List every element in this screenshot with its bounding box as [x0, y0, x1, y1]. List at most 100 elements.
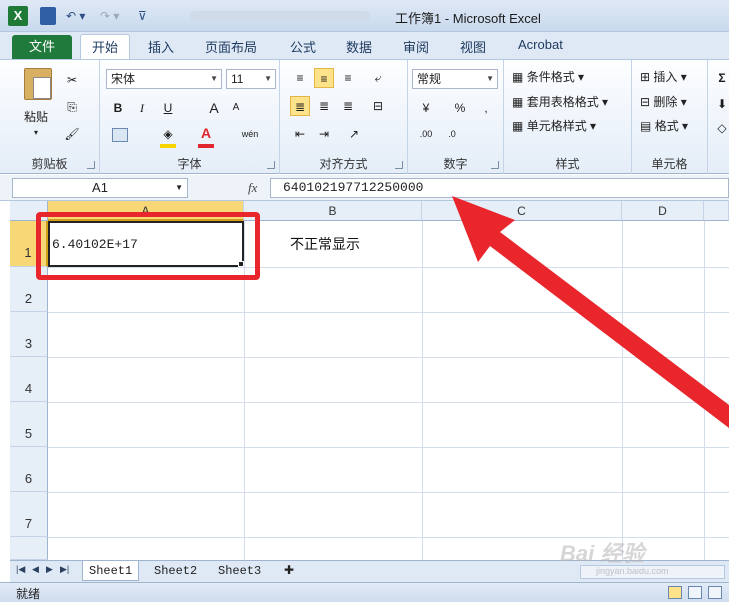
paste-dropdown-icon[interactable]: ▾ [34, 128, 38, 137]
grow-font-button[interactable]: A [204, 98, 224, 118]
font-launcher-icon[interactable] [267, 161, 275, 169]
page-break-view-icon[interactable] [708, 586, 722, 599]
column-header-d[interactable]: D [622, 201, 704, 221]
sheet-tab-sheet2[interactable]: Sheet2 [148, 561, 203, 581]
status-text: 就绪 [16, 587, 41, 601]
align-left-icon[interactable]: ≣ [290, 96, 310, 116]
chevron-down-icon: ▼ [486, 74, 494, 83]
increase-indent-icon[interactable]: ⇥ [314, 124, 334, 144]
insert-sheet-icon[interactable]: ✚ [278, 561, 300, 581]
insert-cells-button[interactable]: ⊞ 插入 ▾ [640, 68, 687, 85]
row-header-5[interactable]: 5 [10, 402, 48, 447]
customize-quick-access-icon[interactable]: ⊽ [138, 7, 147, 25]
clipboard-launcher-icon[interactable] [87, 161, 95, 169]
insert-function-button[interactable]: fx [248, 180, 257, 196]
percent-button[interactable]: % [450, 98, 470, 118]
column-header-b[interactable]: B [244, 201, 422, 221]
sheet-tab-sheet3[interactable]: Sheet3 [212, 561, 267, 581]
tab-review[interactable]: 审阅 [403, 37, 429, 56]
clipboard-group-label: 剪贴板 [31, 157, 68, 171]
autosum-button[interactable]: Σ [712, 68, 729, 88]
tab-insert[interactable]: 插入 [148, 37, 174, 56]
formula-input[interactable]: 640102197712250000 [270, 178, 729, 198]
cut-icon[interactable]: ✂ [62, 70, 82, 90]
align-top-icon[interactable]: ≡ [290, 68, 310, 88]
conditional-formatting-button[interactable]: ▦ 条件格式 ▾ [512, 68, 584, 85]
phonetic-guide-button[interactable]: wén [236, 124, 264, 144]
orientation-icon[interactable]: ↗ [344, 124, 364, 144]
shrink-font-button[interactable]: A [226, 98, 246, 118]
name-box[interactable]: A1 ▼ [12, 178, 188, 198]
align-center-icon[interactable]: ≣ [314, 96, 334, 116]
increase-decimal-icon[interactable]: .00 [416, 124, 436, 144]
gridline [704, 221, 705, 560]
row-header-8[interactable] [10, 537, 48, 560]
undo-icon[interactable]: ↶ ▾ [66, 7, 85, 25]
save-icon[interactable] [40, 7, 56, 25]
chevron-down-icon: ▼ [175, 183, 183, 192]
wrap-text-icon[interactable]: ⤶ [368, 68, 388, 88]
decrease-indent-icon[interactable]: ⇤ [290, 124, 310, 144]
number-group-label: 数字 [443, 157, 468, 171]
clear-icon[interactable]: ◇ [712, 118, 729, 138]
font-group: 宋体 ▼ 11 ▼ B I U A A ◈ A wén 字体 [100, 60, 280, 174]
align-right-icon[interactable]: ≣ [338, 96, 358, 116]
tab-data[interactable]: 数据 [346, 37, 372, 56]
paste-icon[interactable] [24, 68, 52, 100]
font-name-value: 宋体 [111, 72, 136, 86]
font-size-value: 11 [231, 72, 244, 86]
first-sheet-icon[interactable]: |◀ [16, 564, 25, 575]
underline-button[interactable]: U [158, 98, 178, 118]
format-cells-button[interactable]: ▤ 格式 ▾ [640, 117, 688, 134]
next-sheet-icon[interactable]: ▶ [46, 564, 53, 575]
column-header-e[interactable] [704, 201, 729, 221]
row-header-4[interactable]: 4 [10, 357, 48, 402]
font-name-select[interactable]: 宋体 ▼ [106, 69, 222, 89]
align-middle-icon[interactable]: ≡ [314, 68, 334, 88]
currency-icon[interactable]: ¥ [416, 98, 436, 118]
format-as-table-button[interactable]: ▦ 套用表格格式 ▾ [512, 93, 608, 110]
tab-home[interactable]: 开始 [80, 34, 130, 61]
number-format-select[interactable]: 常规 ▼ [412, 69, 498, 89]
delete-cells-button[interactable]: ⊟ 删除 ▾ [640, 93, 687, 110]
cell-styles-icon: ▦ [512, 119, 524, 133]
decrease-decimal-icon[interactable]: .0 [442, 124, 462, 144]
merge-center-icon[interactable]: ⊟ [368, 96, 388, 116]
row-header-6[interactable]: 6 [10, 447, 48, 492]
row-header-3[interactable]: 3 [10, 312, 48, 357]
paste-button-label[interactable]: 粘贴 [24, 108, 48, 125]
copy-icon[interactable]: ⎘ [62, 97, 82, 117]
bold-button[interactable]: B [108, 98, 128, 118]
format-cells-icon: ▤ [640, 119, 652, 133]
tab-formulas[interactable]: 公式 [290, 37, 316, 56]
comma-button[interactable]: , [476, 98, 496, 118]
italic-button[interactable]: I [132, 98, 152, 118]
cell-b1[interactable]: 不正常显示 [290, 234, 360, 254]
tab-page-layout[interactable]: 页面布局 [205, 37, 257, 56]
name-box-value: A1 [92, 180, 108, 195]
alignment-launcher-icon[interactable] [395, 161, 403, 169]
page-layout-view-icon[interactable] [688, 586, 702, 599]
last-sheet-icon[interactable]: ▶| [60, 564, 69, 575]
font-color-button[interactable]: A [196, 123, 216, 143]
borders-icon[interactable] [112, 128, 128, 142]
alignment-group-label: 对齐方式 [319, 157, 368, 171]
number-launcher-icon[interactable] [491, 161, 499, 169]
normal-view-icon[interactable] [668, 586, 682, 599]
fill-icon[interactable]: ⬇ [712, 94, 729, 114]
fill-color-icon[interactable]: ◈ [158, 124, 178, 144]
sheet-tab-sheet1[interactable]: Sheet1 [82, 561, 140, 581]
redo-icon[interactable]: ↷ ▾ [100, 7, 119, 25]
column-header-c[interactable]: C [422, 201, 622, 221]
cell-styles-button[interactable]: ▦ 单元格样式 ▾ [512, 117, 596, 134]
prev-sheet-icon[interactable]: ◀ [32, 564, 39, 575]
tab-file[interactable]: 文件 [12, 35, 72, 59]
align-bottom-icon[interactable]: ≡ [338, 68, 358, 88]
row-header-7[interactable]: 7 [10, 492, 48, 537]
tab-acrobat[interactable]: Acrobat [518, 37, 563, 52]
tab-view[interactable]: 视图 [460, 37, 486, 56]
format-painter-icon[interactable]: 🖌 [62, 124, 82, 144]
chevron-down-icon: ▼ [264, 74, 272, 83]
font-size-select[interactable]: 11 ▼ [226, 69, 276, 89]
number-group: 常规 ▼ ¥ % , .00 .0 数字 [408, 60, 504, 174]
